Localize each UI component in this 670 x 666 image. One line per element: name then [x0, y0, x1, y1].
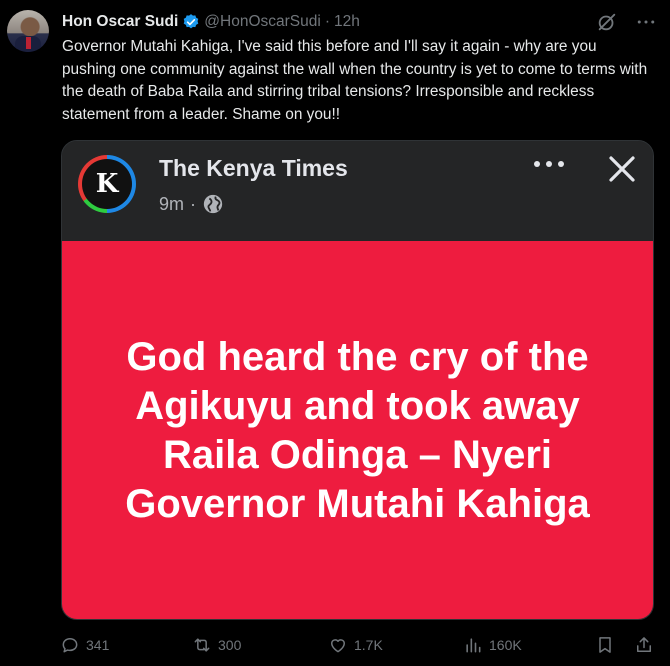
- header-separator: ·: [324, 13, 330, 30]
- avatar[interactable]: [7, 10, 49, 52]
- quote-banner: God heard the cry of the Agikuyu and too…: [62, 241, 653, 619]
- reply-icon: [62, 638, 78, 653]
- bookmark-icon: [599, 637, 611, 653]
- meta-separator: ·: [190, 193, 197, 214]
- post-meta: 9m ·: [159, 193, 224, 215]
- more-options-icon[interactable]: [633, 10, 659, 34]
- like-button[interactable]: 1.7K: [328, 632, 383, 658]
- verified-badge-icon: [182, 13, 200, 31]
- quote-text: God heard the cry of the Agikuyu and too…: [125, 335, 590, 526]
- author-handle[interactable]: @HonOscarSudi: [204, 13, 321, 31]
- views-count: 160K: [489, 637, 522, 653]
- logo-letter: K: [82, 159, 132, 209]
- embedded-post-header: K The Kenya Times 9m ·: [62, 141, 653, 241]
- share-button[interactable]: [634, 632, 660, 658]
- views-icon: [466, 638, 481, 653]
- repost-button[interactable]: 300: [192, 632, 241, 658]
- post-time: 9m: [159, 193, 185, 214]
- globe-icon: [202, 193, 224, 215]
- share-icon: [637, 637, 651, 652]
- repost-icon: [194, 638, 210, 652]
- like-count: 1.7K: [354, 637, 383, 653]
- page-name: The Kenya Times: [159, 155, 348, 181]
- embedded-post-image[interactable]: K The Kenya Times 9m · God heard the cry…: [61, 140, 654, 620]
- tweet-text: Governor Mutahi Kahiga, I've said this b…: [62, 38, 648, 123]
- action-bar: 341 300 1.7K 160K: [58, 632, 658, 658]
- reply-count: 341: [86, 637, 110, 653]
- ellipsis-icon: [532, 156, 566, 176]
- grok-icon[interactable]: [596, 11, 618, 33]
- reply-button[interactable]: 341: [60, 632, 109, 658]
- tweet-time[interactable]: 12h: [334, 13, 360, 31]
- author-name[interactable]: Hon Oscar Sudi: [62, 13, 178, 31]
- kenya-times-logo: K: [78, 155, 136, 213]
- close-icon: [605, 152, 639, 186]
- repost-count: 300: [218, 637, 242, 653]
- tweet-header: Hon Oscar Sudi @HonOscarSudi · 12h: [62, 11, 360, 33]
- views-button[interactable]: 160K: [463, 632, 522, 658]
- like-icon: [331, 639, 345, 653]
- bookmark-button[interactable]: [595, 632, 621, 658]
